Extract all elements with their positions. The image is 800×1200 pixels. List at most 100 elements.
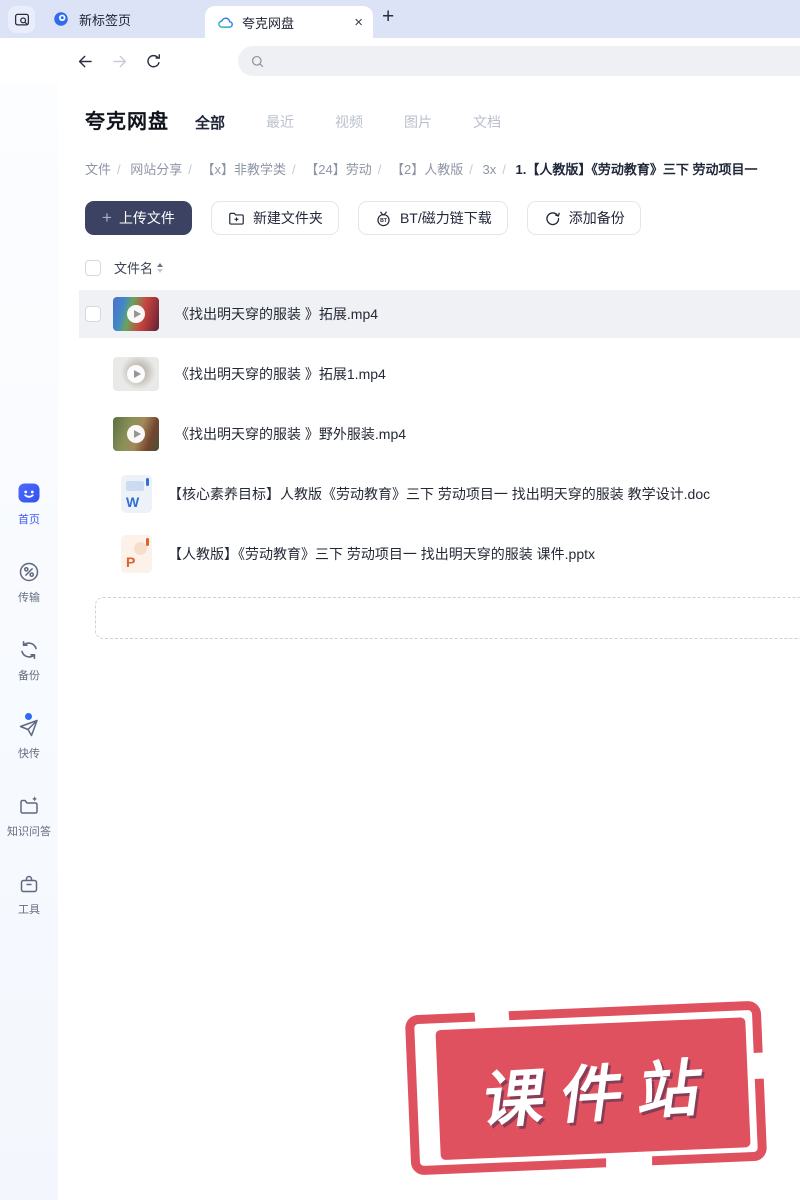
- play-icon: [127, 425, 145, 443]
- bt-magnet-download-button[interactable]: BT BT/磁力链下载: [357, 201, 508, 235]
- home-cloud-icon: [18, 483, 40, 503]
- drive-header: 夸克网盘 全部 最近 视频 图片 文档: [85, 105, 800, 134]
- new-folder-button[interactable]: 新建文件夹: [210, 201, 339, 235]
- file-name[interactable]: 【人教版】《劳动教育》三下 劳动项目一 找出明天穿的服装 课件.pptx: [168, 544, 595, 564]
- sidebar-item-knowledge-qa[interactable]: 知识问答: [7, 794, 51, 839]
- new-tab-button[interactable]: +: [382, 5, 394, 29]
- browser-tab-quark-drive[interactable]: 夸克网盘 ×: [205, 6, 373, 38]
- breadcrumb-separator: /: [502, 162, 506, 177]
- breadcrumb-separator: /: [188, 162, 192, 177]
- select-all-checkbox[interactable]: [85, 259, 101, 276]
- browser-tab-bar: 新标签页 夸克网盘 × +: [0, 0, 800, 38]
- sort-icon[interactable]: [157, 262, 164, 273]
- back-icon[interactable]: [76, 52, 95, 71]
- bt-download-icon: BT: [377, 211, 390, 226]
- sidebar-label: 工具: [18, 904, 40, 916]
- video-thumbnail[interactable]: [113, 297, 159, 331]
- sidebar-item-transfer[interactable]: 传输: [17, 560, 41, 605]
- file-name[interactable]: 【核心素养目标】人教版《劳动教育》三下 劳动项目一 找出明天穿的服装 教学设计.…: [168, 484, 710, 504]
- transfer-icon: [19, 562, 39, 582]
- sidebar-label: 传输: [18, 592, 40, 604]
- address-search-bar[interactable]: [238, 46, 800, 76]
- column-header-filename[interactable]: 文件名: [114, 258, 153, 277]
- empty-dropzone[interactable]: [95, 597, 800, 639]
- breadcrumb-item[interactable]: 3x: [483, 162, 497, 177]
- sidebar-label: 首页: [18, 514, 40, 526]
- sidebar-item-tools[interactable]: 工具: [17, 872, 41, 917]
- table-row[interactable]: 《找出明天穿的服装 》拓展1.mp4: [79, 350, 800, 398]
- upload-file-button[interactable]: + 上传文件: [85, 201, 192, 235]
- table-row[interactable]: 《找出明天穿的服装 》拓展.mp4: [79, 290, 800, 338]
- button-label: 上传文件: [118, 210, 175, 226]
- tab-documents[interactable]: 文档: [473, 112, 501, 133]
- stamp-text: 课件站: [478, 1053, 722, 1137]
- breadcrumb: 文件 / 网站分享 / 【x】非教学类 / 【24】劳动 / 【2】人教版 / 3x / 1…: [85, 159, 800, 178]
- tab-videos[interactable]: 视频: [335, 112, 363, 133]
- breadcrumb-separator: /: [117, 162, 121, 177]
- breadcrumb-item[interactable]: 网站分享: [130, 162, 182, 177]
- toolbox-icon: [20, 875, 38, 893]
- row-checkbox[interactable]: [85, 306, 101, 322]
- file-table-header: 文件名: [85, 258, 800, 277]
- file-name[interactable]: 《找出明天穿的服装 》野外服装.mp4: [175, 424, 406, 444]
- tab-recent[interactable]: 最近: [266, 112, 294, 133]
- circular-arrow-icon: [546, 211, 560, 225]
- file-list: 《找出明天穿的服装 》拓展.mp4 《找出明天穿的服装 》拓展1.mp4 《找出…: [79, 290, 800, 578]
- workspace-search-button[interactable]: [8, 6, 35, 33]
- sidebar-label: 快传: [18, 748, 40, 760]
- sidebar-item-home[interactable]: 首页: [16, 480, 42, 527]
- button-label: 添加备份: [568, 210, 625, 226]
- powerpoint-letter: P: [126, 554, 136, 570]
- sidebar: 首页 传输 备份 快传 知识问答 工具: [0, 84, 58, 1200]
- quark-cloud-icon: [218, 17, 233, 28]
- table-row[interactable]: 《找出明天穿的服装 》野外服装.mp4: [79, 410, 800, 458]
- tab-label: 夸克网盘: [242, 15, 295, 31]
- video-thumbnail[interactable]: [113, 357, 159, 391]
- search-icon: [251, 55, 264, 67]
- powerpoint-file-icon[interactable]: P: [121, 535, 152, 573]
- tab-images[interactable]: 图片: [404, 112, 432, 133]
- stamp-body: 课件站: [435, 1017, 751, 1161]
- forward-icon[interactable]: [110, 52, 129, 71]
- window-search-icon: [14, 13, 29, 26]
- breadcrumb-separator: /: [292, 162, 296, 177]
- sync-icon: [21, 641, 37, 659]
- breadcrumb-current: 1.【人教版】《劳动教育》三下 劳动项目一: [515, 162, 758, 177]
- breadcrumb-separator: /: [469, 162, 473, 177]
- tab-all[interactable]: 全部: [195, 112, 225, 133]
- add-backup-button[interactable]: 添加备份: [526, 201, 641, 235]
- video-thumbnail[interactable]: [113, 417, 159, 451]
- breadcrumb-separator: /: [377, 162, 382, 177]
- page-title: 夸克网盘: [85, 111, 169, 133]
- browser-tab-new-tab-page[interactable]: 新标签页: [52, 0, 131, 38]
- file-name[interactable]: 《找出明天穿的服装 》拓展.mp4: [175, 304, 378, 324]
- notification-dot: [25, 713, 32, 720]
- folder-sparkle-icon: [20, 796, 38, 814]
- word-file-icon[interactable]: W: [121, 475, 152, 513]
- word-letter: W: [126, 494, 140, 510]
- action-bar: + 上传文件 新建文件夹 BT BT/磁力链下载 添加备份: [85, 201, 800, 235]
- quark-browser-icon: [54, 12, 68, 26]
- play-icon: [127, 365, 145, 383]
- kejianzhan-watermark-stamp: 课件站: [404, 1000, 768, 1176]
- button-label: BT/磁力链下载: [399, 210, 492, 226]
- sidebar-item-backup[interactable]: 备份: [17, 638, 41, 683]
- svg-text:BT: BT: [380, 218, 388, 224]
- button-label: 新建文件夹: [252, 210, 323, 226]
- sidebar-item-quick-send[interactable]: 快传: [17, 713, 41, 761]
- filter-tabs: 全部 最近 视频 图片 文档: [195, 112, 501, 133]
- tab-label: 新标签页: [79, 12, 132, 28]
- table-row[interactable]: W 【核心素养目标】人教版《劳动教育》三下 劳动项目一 找出明天穿的服装 教学设…: [79, 470, 800, 518]
- plus-icon: +: [102, 208, 112, 227]
- sidebar-label: 备份: [18, 670, 40, 682]
- table-row[interactable]: P 【人教版】《劳动教育》三下 劳动项目一 找出明天穿的服装 课件.pptx: [79, 530, 800, 578]
- file-name[interactable]: 《找出明天穿的服装 》拓展1.mp4: [175, 364, 386, 384]
- browser-toolbar: [0, 38, 800, 84]
- breadcrumb-item[interactable]: 【2】人教版: [391, 162, 463, 177]
- breadcrumb-item[interactable]: 【x】非教学类: [202, 162, 287, 177]
- breadcrumb-item[interactable]: 文件: [85, 162, 111, 177]
- reload-icon[interactable]: [144, 52, 163, 71]
- folder-plus-icon: [229, 212, 244, 225]
- close-icon[interactable]: ×: [354, 15, 363, 30]
- breadcrumb-item[interactable]: 【24】劳动: [305, 162, 371, 177]
